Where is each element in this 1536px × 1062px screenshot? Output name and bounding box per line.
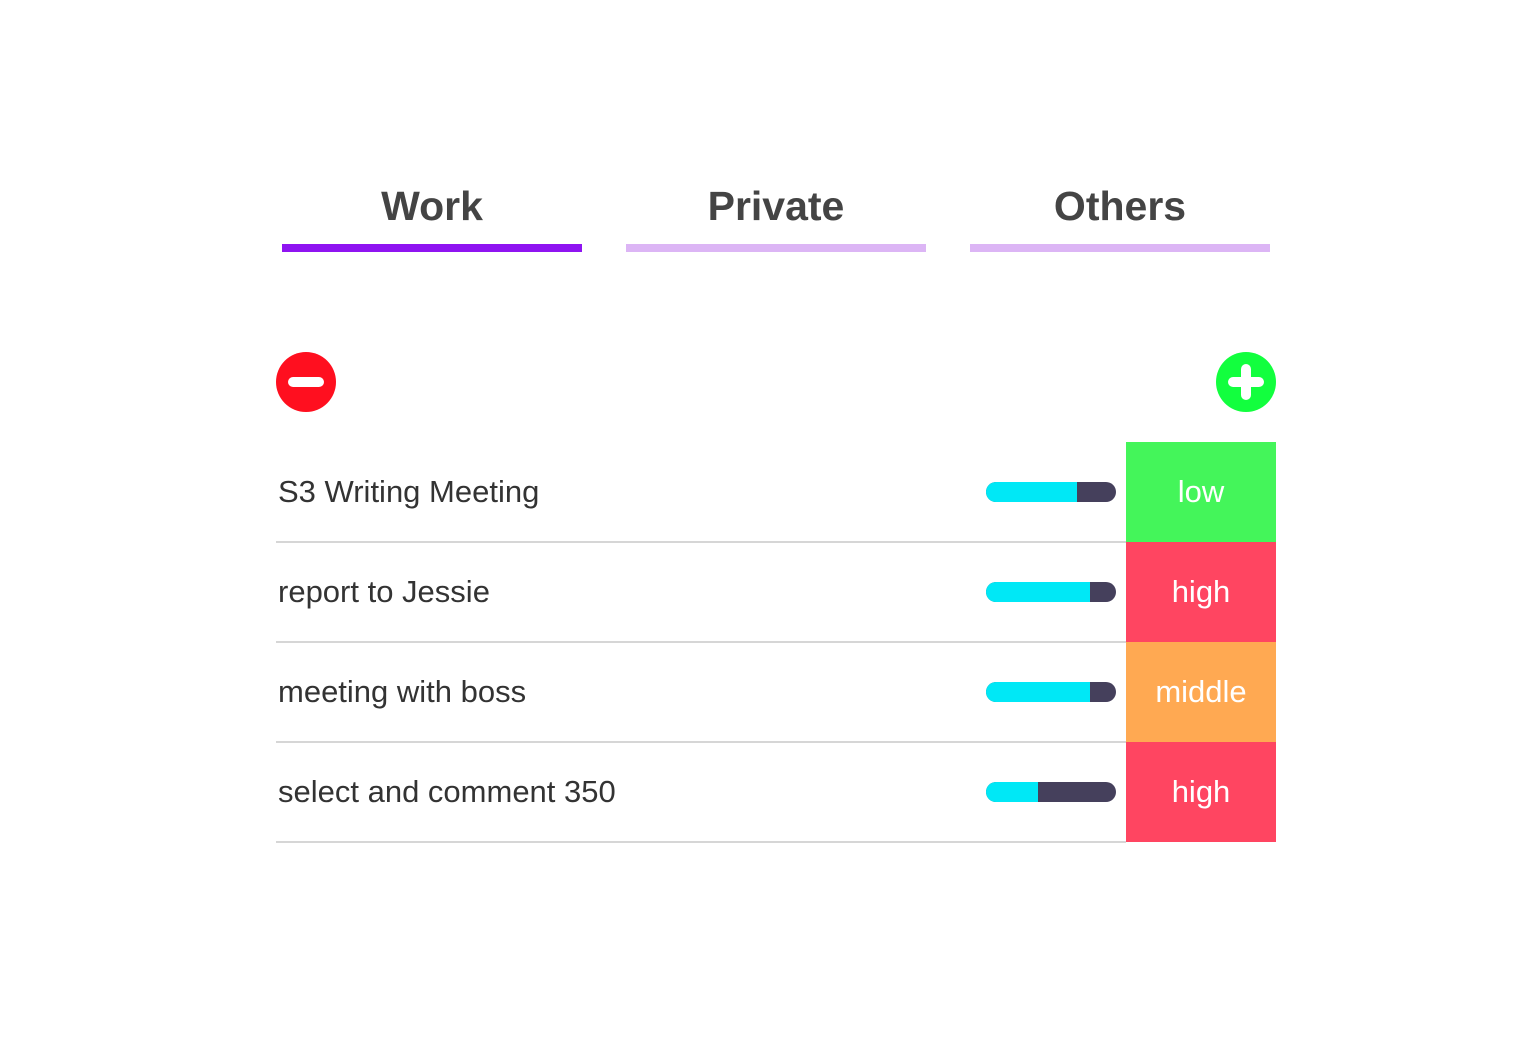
priority-badge[interactable]: middle <box>1126 642 1276 742</box>
add-task-button[interactable] <box>1216 352 1276 412</box>
category-tabs: Work Private Others <box>282 180 1270 252</box>
task-progress-fill <box>986 482 1077 502</box>
tab-private[interactable]: Private <box>626 180 926 252</box>
task-progress-fill <box>986 682 1090 702</box>
row-divider <box>276 841 1126 843</box>
minus-circle-icon <box>276 352 336 412</box>
task-row[interactable]: S3 Writing Meeting low <box>276 442 1276 543</box>
priority-badge[interactable]: high <box>1126 742 1276 842</box>
tab-others[interactable]: Others <box>970 180 1270 252</box>
tab-private-underline <box>626 244 926 252</box>
task-row[interactable]: report to Jessie high <box>276 542 1276 643</box>
priority-badge[interactable]: high <box>1126 542 1276 642</box>
tab-others-label: Others <box>1053 183 1187 229</box>
task-progress-bar <box>986 682 1116 702</box>
task-list: S3 Writing Meeting low report to Jessie … <box>276 442 1276 843</box>
tab-work[interactable]: Work <box>282 180 582 252</box>
priority-badge[interactable]: low <box>1126 442 1276 542</box>
task-row[interactable]: select and comment 350 high <box>276 742 1276 843</box>
tab-private-label: Private <box>707 183 845 229</box>
remove-task-button[interactable] <box>276 352 336 412</box>
tab-work-label: Work <box>381 183 483 229</box>
todo-app: Work Private Others S3 Writing Meeting l… <box>276 0 1276 1062</box>
task-title: S3 Writing Meeting <box>278 474 540 509</box>
task-title: meeting with boss <box>278 674 527 709</box>
task-row[interactable]: meeting with boss middle <box>276 642 1276 743</box>
task-progress-bar <box>986 782 1116 802</box>
task-progress-bar <box>986 482 1116 502</box>
task-title: report to Jessie <box>278 574 490 609</box>
task-progress-fill <box>986 782 1038 802</box>
plus-circle-icon <box>1216 352 1276 412</box>
task-progress-bar <box>986 582 1116 602</box>
task-title: select and comment 350 <box>278 774 616 809</box>
task-progress-fill <box>986 582 1090 602</box>
tab-work-underline <box>282 244 582 252</box>
tab-others-underline <box>970 244 1270 252</box>
